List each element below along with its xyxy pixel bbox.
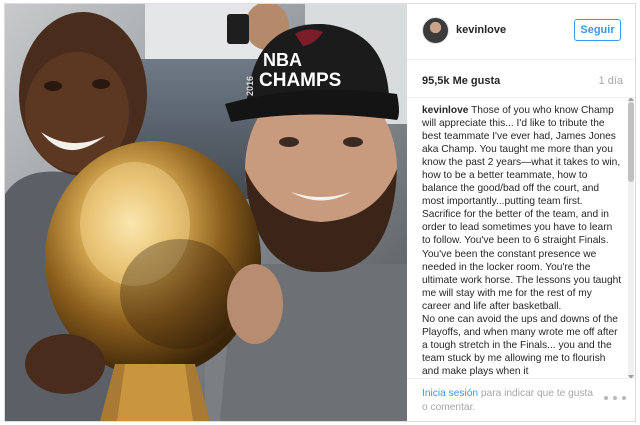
- caption-container[interactable]: kevinlove Those of you who know Champ wi…: [407, 98, 635, 379]
- post-caption: kevinlove Those of you who know Champ wi…: [422, 104, 622, 378]
- cap-text-year: 2016: [245, 76, 255, 96]
- caption-username[interactable]: kevinlove: [422, 105, 468, 116]
- follow-button[interactable]: Seguir: [574, 19, 621, 41]
- cap-text-nba: NBA: [263, 50, 302, 70]
- caption-text: Those of you who know Champ will appreci…: [422, 105, 622, 377]
- scroll-thumb[interactable]: [628, 102, 634, 182]
- instagram-embed: NBA CHAMPS 2016 kevinlove Seguir 95,5k M…: [4, 3, 636, 422]
- cap-text-champs: CHAMPS: [259, 70, 341, 91]
- post-header: kevinlove Seguir: [407, 4, 635, 60]
- dot: [604, 396, 608, 400]
- scroll-up-icon[interactable]: [628, 98, 634, 101]
- dot: [613, 396, 617, 400]
- post-stats: 95,5k Me gusta 1 día: [407, 60, 635, 98]
- ellipsis-icon[interactable]: [604, 392, 626, 404]
- likes-count: 95,5k Me gusta: [422, 75, 501, 87]
- login-link[interactable]: Inicia sesión: [422, 388, 478, 399]
- post-sidebar: kevinlove Seguir 95,5k Me gusta 1 día ke…: [407, 4, 635, 421]
- avatar[interactable]: [422, 17, 449, 44]
- dot: [622, 396, 626, 400]
- post-timestamp[interactable]: 1 día: [599, 75, 623, 87]
- login-prompt: Inicia sesión para indicar que te gusta …: [422, 387, 597, 414]
- post-photo[interactable]: NBA CHAMPS 2016: [5, 4, 407, 421]
- caption-scrollbar[interactable]: [628, 98, 634, 378]
- username-link[interactable]: kevinlove: [456, 24, 506, 36]
- post-footer: Inicia sesión para indicar que te gusta …: [407, 379, 635, 421]
